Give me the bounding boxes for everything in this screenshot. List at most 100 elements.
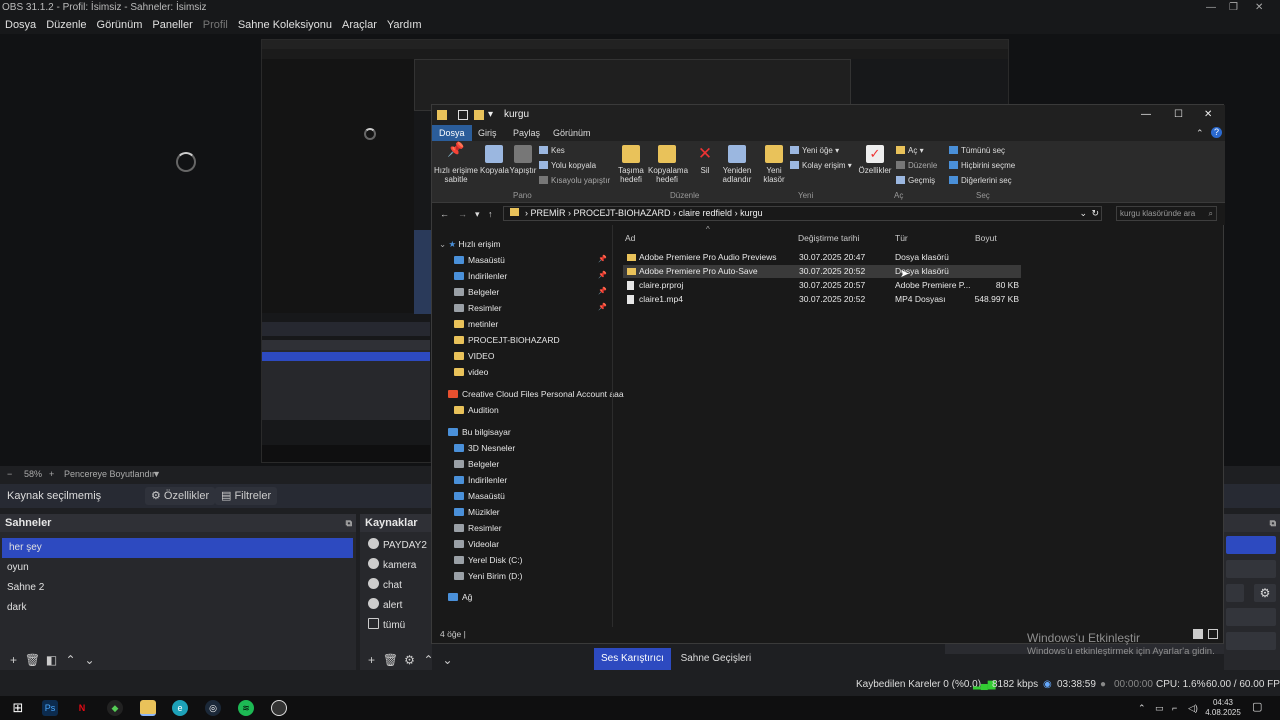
properties-button[interactable]: ⚙ Özellikler: [145, 487, 216, 505]
start-streaming-button[interactable]: [1226, 536, 1276, 554]
file-row[interactable]: claire1.mp4 30.07.2025 20:52 MP4 Dosyası…: [623, 293, 1021, 306]
new-folder-quick-icon[interactable]: [474, 110, 484, 120]
nav-item[interactable]: Yerel Disk (C:): [454, 553, 522, 567]
menu-view[interactable]: Görünüm: [92, 16, 148, 34]
open-button[interactable]: Aç ▾: [896, 146, 924, 156]
file-row[interactable]: Adobe Premiere Pro Audio Previews 30.07.…: [623, 251, 1021, 264]
search-input[interactable]: kurgu klasöründe ara ⌕: [1116, 206, 1217, 221]
nav-creative-cloud[interactable]: Creative Cloud Files Personal Account aa…: [448, 387, 624, 401]
nav-item[interactable]: PROCEJT-BIOHAZARD: [454, 333, 560, 347]
chevron-down-icon[interactable]: ▼: [152, 466, 161, 482]
nav-item[interactable]: video: [454, 365, 488, 379]
rename-button[interactable]: Yeniden adlandır: [720, 145, 754, 184]
network-tray-icon[interactable]: ⌐: [1172, 703, 1177, 713]
obs-icon[interactable]: [271, 700, 287, 716]
scene-filters-button[interactable]: ◧: [42, 650, 61, 670]
scene-item[interactable]: Sahne 2: [0, 578, 356, 598]
photoshop-icon[interactable]: Ps: [42, 700, 58, 716]
file-explorer-icon[interactable]: [140, 700, 156, 716]
move-up-button[interactable]: ⌃: [61, 650, 80, 670]
volume-icon[interactable]: ◁): [1188, 703, 1198, 713]
tab-home[interactable]: Giriş: [471, 125, 504, 141]
source-item[interactable]: tümü: [360, 616, 432, 636]
source-up-button[interactable]: ⌃: [419, 650, 438, 670]
move-to-button[interactable]: Taşıma hedefi: [614, 145, 648, 184]
zoom-in-button[interactable]: +: [49, 466, 54, 482]
edge-icon[interactable]: e: [172, 700, 188, 716]
source-item[interactable]: alert: [360, 596, 432, 616]
undock-icon[interactable]: ⧉: [346, 514, 352, 532]
breadcrumb-item[interactable]: kurgu: [740, 208, 763, 218]
copy-to-button[interactable]: Kopyalama hedefi: [648, 145, 688, 184]
nav-item[interactable]: Videolar: [454, 537, 499, 551]
tray-chevron-icon[interactable]: ⌃: [1138, 703, 1146, 713]
nav-item[interactable]: Belgeler 📌: [454, 285, 611, 299]
nav-item[interactable]: Resimler 📌: [454, 301, 611, 315]
move-down-button[interactable]: ⌄: [80, 650, 99, 670]
battery-icon[interactable]: ▭: [1155, 703, 1164, 713]
add-scene-button[interactable]: +: [4, 650, 23, 670]
delete-button[interactable]: ✕ Sil: [692, 145, 718, 176]
clock[interactable]: 04:43 4.08.2025: [1203, 698, 1243, 718]
column-type[interactable]: Tür: [895, 231, 908, 245]
new-folder-button[interactable]: Yeni klasör: [760, 145, 788, 184]
select-all-button[interactable]: Tümünü seç: [949, 146, 1005, 156]
paste-button[interactable]: Yapıştır: [509, 145, 537, 175]
source-item[interactable]: chat: [360, 576, 432, 596]
remove-scene-button[interactable]: 🗑: [23, 650, 42, 670]
paste-shortcut-button[interactable]: Kısayolu yapıştır: [539, 176, 610, 186]
notification-icon[interactable]: ▢: [1252, 702, 1262, 713]
tab-share[interactable]: Paylaş: [506, 125, 547, 141]
nav-item[interactable]: Belgeler: [454, 457, 499, 471]
nav-item[interactable]: Masaüstü: [454, 489, 505, 503]
easy-access-button[interactable]: Kolay erişim ▾: [790, 161, 852, 171]
nav-item[interactable]: VIDEO: [454, 349, 494, 363]
zoom-out-button[interactable]: −: [7, 466, 12, 482]
chevron-down-icon[interactable]: ⌄: [1079, 207, 1087, 220]
tab-audio-mixer[interactable]: Ses Karıştırıcı: [594, 648, 671, 670]
tab-view[interactable]: Görünüm: [546, 125, 598, 141]
copy-button[interactable]: Kopyala: [480, 145, 509, 175]
column-date[interactable]: Değiştirme tarihi: [798, 231, 859, 245]
start-recording-button[interactable]: [1226, 560, 1276, 578]
nav-item[interactable]: metinler: [454, 317, 498, 331]
nav-network[interactable]: Ağ: [448, 590, 472, 604]
razer-icon[interactable]: ◆: [107, 700, 123, 716]
back-icon[interactable]: ←: [440, 203, 449, 225]
tab-scene-transitions[interactable]: Sahne Geçişleri: [674, 648, 759, 670]
scene-item[interactable]: oyun: [0, 558, 356, 578]
settings-gear-icon[interactable]: ⚙: [1254, 584, 1276, 602]
zoom-mode-select[interactable]: Pencereye Boyutlandır: [64, 466, 155, 482]
windows-start-icon[interactable]: ⊞: [10, 700, 26, 716]
remove-source-button[interactable]: 🗑: [381, 650, 400, 670]
nav-item[interactable]: 3D Nesneler: [454, 441, 515, 455]
tab-file[interactable]: Dosya: [432, 125, 472, 141]
nav-item[interactable]: Müzikler: [454, 505, 500, 519]
pin-quick-access-button[interactable]: 📌 Hızlı erişime sabitle: [434, 142, 478, 184]
menu-tools[interactable]: Araçlar: [337, 16, 382, 34]
nav-item[interactable]: İndirilenler: [454, 473, 507, 487]
edit-button[interactable]: Düzenle: [896, 161, 937, 171]
filters-button[interactable]: ▤ Filtreler: [215, 487, 278, 505]
recent-chevron-icon[interactable]: ▾: [475, 203, 480, 225]
studio-mode-button[interactable]: [1226, 608, 1276, 626]
nav-quick-access[interactable]: ⌄ ★ Hızlı erişim: [439, 237, 501, 251]
help-icon[interactable]: ?: [1211, 127, 1222, 138]
column-name[interactable]: Ad: [625, 231, 635, 245]
menu-file[interactable]: Dosya: [0, 16, 41, 34]
breadcrumb-item[interactable]: claire redfield: [679, 208, 733, 218]
up-icon[interactable]: ↑: [488, 203, 493, 225]
column-size[interactable]: Boyut: [975, 231, 997, 245]
minimize-icon[interactable]: —: [1141, 105, 1151, 125]
settings-button[interactable]: [1226, 632, 1276, 650]
spotify-icon[interactable]: ≋: [238, 700, 254, 716]
minimize-icon[interactable]: —: [1206, 0, 1216, 16]
properties-ribbon-button[interactable]: ✓ Özellikler: [858, 145, 892, 175]
breadcrumb-item[interactable]: PROCEJT-BIOHAZARD: [574, 208, 671, 218]
new-item-button[interactable]: Yeni öğe ▾: [790, 146, 839, 156]
chevron-down-icon[interactable]: ▾: [488, 105, 493, 125]
menu-docks[interactable]: Paneller: [147, 16, 197, 34]
history-button[interactable]: Geçmiş: [896, 176, 935, 186]
nav-item[interactable]: Audition: [454, 403, 499, 417]
collapse-ribbon-icon[interactable]: ⌃: [1196, 125, 1204, 141]
